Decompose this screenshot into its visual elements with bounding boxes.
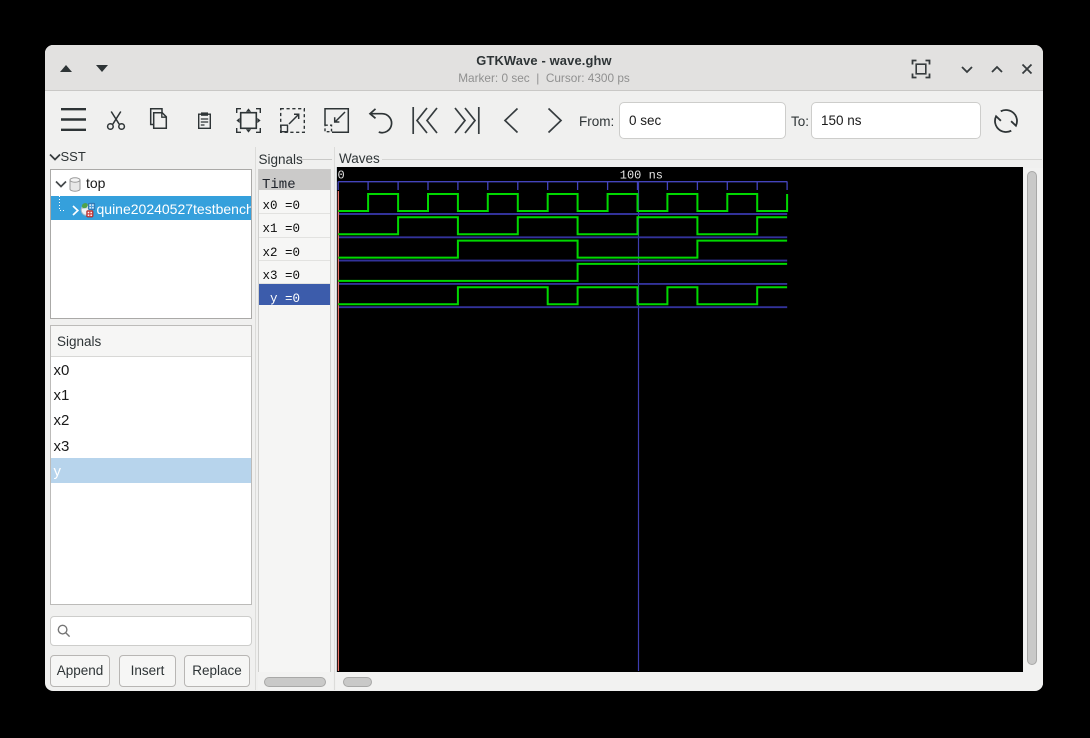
svg-text:0: 0 [338,169,345,183]
svg-text:100 ns: 100 ns [620,169,663,183]
